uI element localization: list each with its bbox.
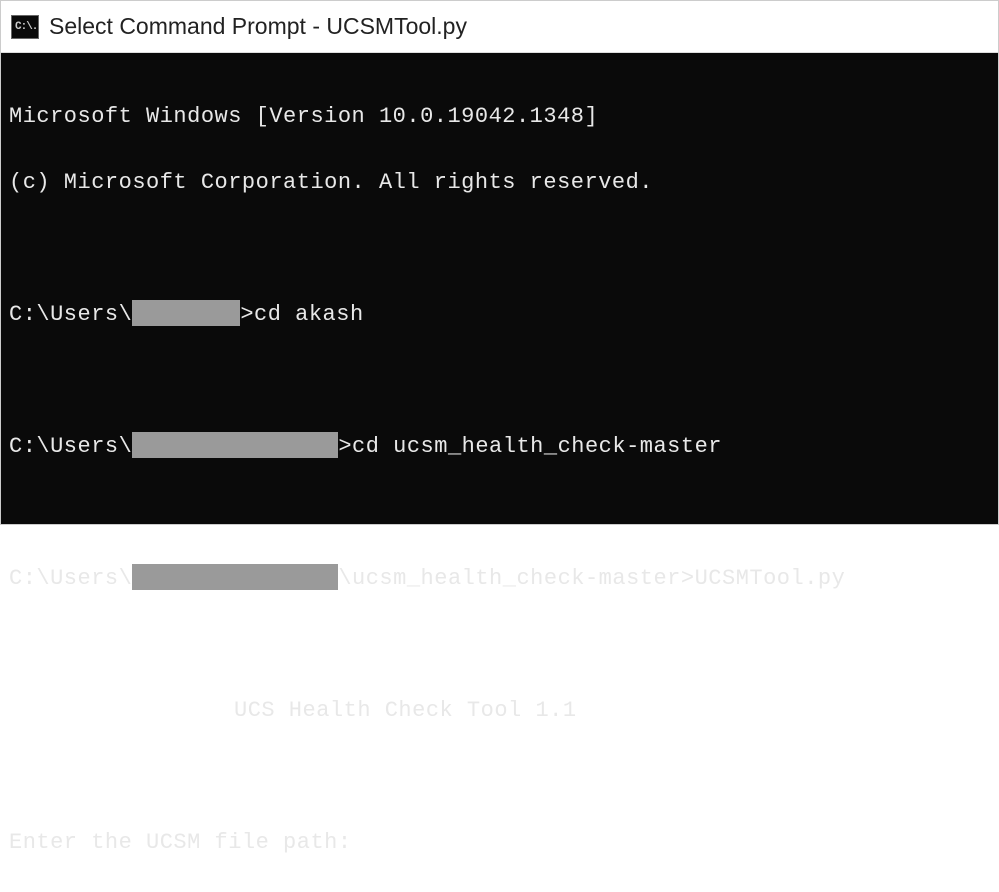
terminal-line: C:\Users\ >cd akash — [9, 298, 990, 331]
terminal-line: C:\Users\ >cd ucsm_health_check-master — [9, 430, 990, 463]
terminal-blank-line — [9, 364, 990, 397]
redacted-block — [132, 564, 338, 590]
tool-header: UCS Health Check Tool 1.1 — [9, 694, 990, 727]
terminal-blank-line — [9, 496, 990, 529]
terminal-line: C:\Users\ \ucsm_health_check-master>UCSMT… — [9, 562, 990, 595]
command-text: >cd akash — [240, 302, 363, 327]
terminal-line: (c) Microsoft Corporation. All rights re… — [9, 166, 990, 199]
terminal-blank-line — [9, 232, 990, 265]
terminal-input-line[interactable]: Enter the UCSM file path: — [9, 826, 990, 859]
cmd-icon: C:\. — [11, 15, 39, 39]
prompt-prefix: C:\Users\ — [9, 302, 132, 327]
window-titlebar: C:\. Select Command Prompt - UCSMTool.py — [1, 1, 998, 53]
terminal-line: Microsoft Windows [Version 10.0.19042.13… — [9, 100, 990, 133]
redacted-block — [132, 432, 338, 458]
terminal-output[interactable]: Microsoft Windows [Version 10.0.19042.13… — [1, 53, 998, 524]
command-text: \ucsm_health_check-master>UCSMTool.py — [338, 566, 845, 591]
window-title: Select Command Prompt - UCSMTool.py — [49, 13, 467, 40]
prompt-prefix: C:\Users\ — [9, 566, 132, 591]
text-cursor — [367, 828, 380, 854]
terminal-blank-line — [9, 628, 990, 661]
command-text: >cd ucsm_health_check-master — [338, 434, 722, 459]
input-prompt-text: Enter the UCSM file path: — [9, 830, 365, 855]
prompt-prefix: C:\Users\ — [9, 434, 132, 459]
terminal-blank-line — [9, 760, 990, 793]
redacted-block — [132, 300, 240, 326]
